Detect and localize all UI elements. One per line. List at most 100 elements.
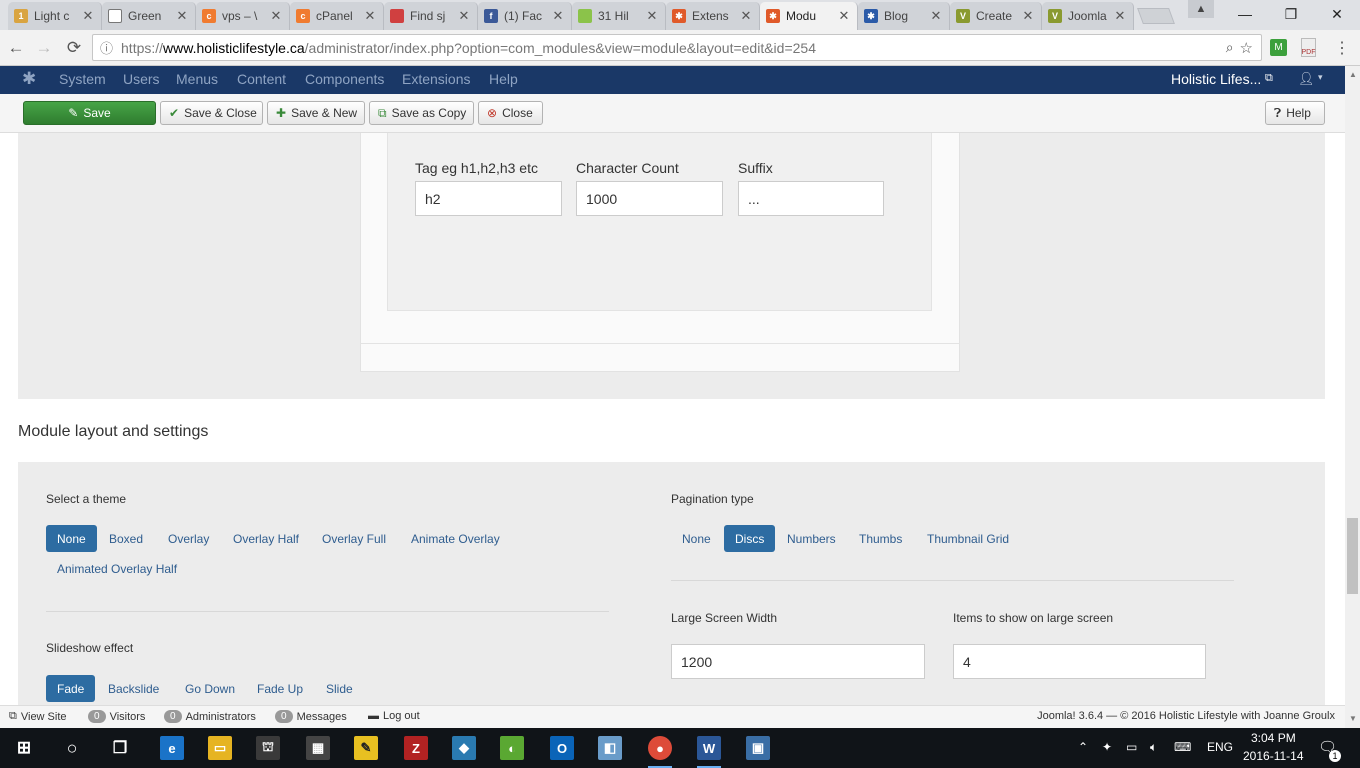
- save-copy-button[interactable]: ⧉ Save as Copy: [369, 101, 474, 125]
- browser-tab[interactable]: c cPanel ✕: [290, 2, 384, 30]
- menu-extensions[interactable]: Extensions: [402, 71, 470, 87]
- visitors-indicator[interactable]: 0 Visitors: [88, 710, 145, 723]
- browser-tab[interactable]: ✱ Extens ✕: [666, 2, 760, 30]
- menu-help[interactable]: Help: [489, 71, 518, 87]
- browser-tab[interactable]: f (1) Fac ✕: [478, 2, 572, 30]
- effect-option-fade-up[interactable]: Fade Up: [246, 675, 314, 702]
- pagination-option-numbers[interactable]: Numbers: [776, 525, 847, 552]
- theme-option-animated-overlay-half[interactable]: Animated Overlay Half: [46, 555, 188, 582]
- browser-tab[interactable]: V Joomla ✕: [1042, 2, 1134, 30]
- theme-option-none[interactable]: None: [46, 525, 97, 552]
- theme-option-overlay-half[interactable]: Overlay Half: [222, 525, 310, 552]
- close-window-icon[interactable]: ✕: [1314, 0, 1360, 28]
- close-tab-icon[interactable]: ✕: [269, 8, 283, 24]
- close-tab-icon[interactable]: ✕: [363, 8, 377, 24]
- filezilla-icon[interactable]: Z: [404, 736, 428, 760]
- forward-arrow-icon[interactable]: →: [32, 36, 56, 60]
- save-close-button[interactable]: ✔ Save & Close: [160, 101, 263, 125]
- edge-icon[interactable]: e: [160, 736, 184, 760]
- outlook-icon[interactable]: O: [550, 736, 574, 760]
- close-tab-icon[interactable]: ✕: [1113, 8, 1127, 24]
- close-button[interactable]: ⊗ Close: [478, 101, 543, 125]
- browser-tab[interactable]: 31 Hil ✕: [572, 2, 666, 30]
- remote-desktop-icon[interactable]: ▣: [746, 736, 770, 760]
- effect-option-go-down[interactable]: Go Down: [174, 675, 246, 702]
- items-large-input[interactable]: [953, 644, 1206, 679]
- browser-tab[interactable]: Green ✕: [102, 2, 196, 30]
- browser-tab[interactable]: ✱ Blog ✕: [858, 2, 950, 30]
- scrollbar-thumb[interactable]: [1347, 518, 1358, 594]
- windows-start-icon[interactable]: ⊞: [12, 736, 36, 760]
- scroll-up-arrow-icon[interactable]: ▲: [1349, 70, 1357, 79]
- word-icon[interactable]: W: [697, 736, 721, 760]
- bookmark-star-icon[interactable]: ☆: [1240, 39, 1253, 57]
- language-indicator[interactable]: ENG: [1207, 740, 1233, 754]
- tag-input[interactable]: [415, 181, 562, 216]
- theme-option-overlay[interactable]: Overlay: [157, 525, 220, 552]
- new-tab-button[interactable]: [1137, 8, 1175, 24]
- network-icon[interactable]: ▭: [1126, 740, 1137, 754]
- back-arrow-icon[interactable]: ←: [4, 36, 28, 60]
- close-tab-icon[interactable]: ✕: [457, 8, 471, 24]
- pagination-option-none[interactable]: None: [671, 525, 722, 552]
- close-tab-icon[interactable]: ✕: [551, 8, 565, 24]
- messages-indicator[interactable]: 0 Messages: [275, 710, 347, 723]
- file-explorer-icon[interactable]: ▭: [208, 736, 232, 760]
- menu-system[interactable]: System: [59, 71, 106, 87]
- app-icon[interactable]: ◧: [598, 736, 622, 760]
- app-icon[interactable]: ◐: [500, 736, 524, 760]
- chrome-icon[interactable]: ●: [648, 736, 672, 760]
- close-tab-icon[interactable]: ✕: [175, 8, 189, 24]
- theme-option-animate-overlay[interactable]: Animate Overlay: [400, 525, 511, 552]
- pagination-option-discs[interactable]: Discs: [724, 525, 776, 552]
- theme-option-overlay-full[interactable]: Overlay Full: [311, 525, 397, 552]
- effect-option-fade[interactable]: Fade: [46, 675, 96, 702]
- address-bar[interactable]: ⓘ https://www.holisticlifestyle.ca/admin…: [92, 34, 1262, 61]
- browser-tab[interactable]: V Create ✕: [950, 2, 1042, 30]
- keyboard-icon[interactable]: ⌨: [1174, 740, 1191, 754]
- kodi-icon[interactable]: ◆: [452, 736, 476, 760]
- joomla-icon[interactable]: ✱: [22, 69, 36, 89]
- store-icon[interactable]: ⛫: [256, 736, 280, 760]
- close-tab-icon[interactable]: ✕: [81, 8, 95, 24]
- minimize-icon[interactable]: —: [1222, 0, 1268, 28]
- task-view-icon[interactable]: ❐: [108, 736, 132, 760]
- info-icon[interactable]: ⓘ: [100, 38, 113, 57]
- effect-option-slide[interactable]: Slide: [315, 675, 364, 702]
- suffix-input[interactable]: [738, 181, 884, 216]
- user-icon[interactable]: 👤︎: [1298, 71, 1315, 87]
- menu-content[interactable]: Content: [237, 71, 286, 87]
- browser-tab-active[interactable]: ✱ Modu ✕: [760, 2, 858, 30]
- close-tab-icon[interactable]: ✕: [1021, 8, 1035, 24]
- scroll-down-arrow-icon[interactable]: ▼: [1349, 714, 1357, 723]
- character-count-input[interactable]: [576, 181, 723, 216]
- zoom-icon[interactable]: ⌕: [1226, 39, 1234, 56]
- pagination-option-thumbs[interactable]: Thumbs: [848, 525, 913, 552]
- help-button[interactable]: ❓︎ Help: [1265, 101, 1325, 125]
- browser-tab[interactable]: 1 Light c ✕: [8, 2, 102, 30]
- close-tab-icon[interactable]: ✕: [929, 8, 943, 24]
- pdf-extension-icon[interactable]: PDF: [1301, 38, 1316, 57]
- maximize-icon[interactable]: ❐: [1268, 0, 1314, 28]
- administrators-indicator[interactable]: 0 Administrators: [164, 710, 256, 723]
- clock-time[interactable]: 3:04 PM: [1251, 731, 1296, 745]
- chevron-up-icon[interactable]: ⌃: [1078, 740, 1088, 754]
- save-new-button[interactable]: ✚ Save & New: [267, 101, 365, 125]
- menu-icon[interactable]: ⋮: [1334, 38, 1350, 58]
- dropbox-icon[interactable]: ✦: [1102, 740, 1112, 754]
- save-button[interactable]: ✎ Save: [23, 101, 156, 125]
- effect-option-backslide[interactable]: Backslide: [97, 675, 170, 702]
- reload-icon[interactable]: ⟳: [62, 36, 86, 60]
- profile-icon[interactable]: ▲: [1188, 0, 1214, 18]
- close-tab-icon[interactable]: ✕: [645, 8, 659, 24]
- close-tab-icon[interactable]: ✕: [837, 8, 851, 24]
- clock-date[interactable]: 2016-11-14: [1243, 749, 1304, 763]
- close-tab-icon[interactable]: ✕: [739, 8, 753, 24]
- browser-tab[interactable]: c vps – \ ✕: [196, 2, 290, 30]
- logout-link[interactable]: ▬ Log out: [368, 710, 420, 722]
- extension-icon[interactable]: M: [1270, 39, 1287, 56]
- view-site-link[interactable]: ⧉ View Site: [9, 710, 67, 723]
- pagination-option-thumbnail-grid[interactable]: Thumbnail Grid: [916, 525, 1020, 552]
- menu-menus[interactable]: Menus: [176, 71, 218, 87]
- volume-icon[interactable]: 🔈︎: [1150, 740, 1157, 755]
